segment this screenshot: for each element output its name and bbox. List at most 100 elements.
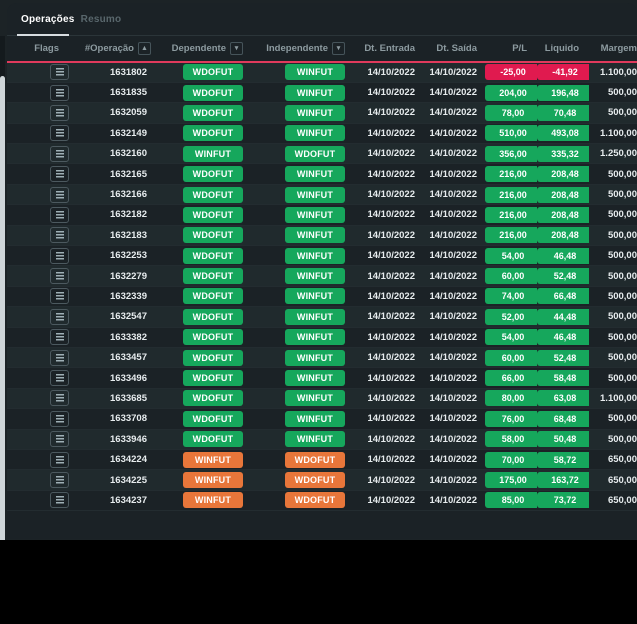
tab-operacoes[interactable]: Operações	[17, 3, 74, 36]
table-row[interactable]: 1633457 WDOFUT WINFUT 14/10/2022 14/10/2022 6…	[7, 347, 637, 369]
cell-pl: 356,00	[485, 143, 537, 165]
list-menu-icon[interactable]	[50, 390, 69, 407]
cell-saida: 14/10/2022	[423, 367, 485, 389]
filter-dropdown-icon[interactable]: ▾	[332, 42, 345, 55]
cell-dependente: WINFUT	[161, 490, 253, 512]
cell-pl-value: 60,00	[485, 349, 537, 366]
cell-dependente: WDOFUT	[161, 102, 253, 124]
cell-entrada: 14/10/2022	[355, 123, 423, 145]
column-header-dependente[interactable]: Dependente ▾	[161, 36, 253, 63]
table-row[interactable]: 1632183 WDOFUT WINFUT 14/10/2022 14/10/2022 2…	[7, 225, 637, 247]
list-menu-icon[interactable]	[50, 227, 69, 244]
column-header-independente[interactable]: Independente ▾	[253, 36, 355, 63]
list-menu-icon[interactable]	[50, 370, 69, 387]
column-header-margem[interactable]: Margem	[589, 36, 637, 63]
column-header-liquido[interactable]: Liquido	[537, 36, 589, 63]
list-menu-icon[interactable]	[50, 206, 69, 223]
list-menu-bars	[55, 231, 64, 240]
column-header-dt-saida-label: Dt. Saída	[436, 43, 477, 54]
column-header-dt-entrada[interactable]: Dt. Entrada	[355, 36, 423, 63]
list-menu-icon[interactable]	[50, 166, 69, 183]
cell-pl-value: 74,00	[485, 288, 537, 305]
list-menu-icon[interactable]	[50, 308, 69, 325]
cell-pl-value: 52,00	[485, 308, 537, 325]
cell-flags	[7, 408, 69, 430]
cell-entrada: 14/10/2022	[355, 367, 423, 389]
table-row[interactable]: 1634237 WINFUT WDOFUT 14/10/2022 14/10/2022 8…	[7, 490, 637, 512]
table-row[interactable]: 1632149 WDOFUT WINFUT 14/10/2022 14/10/2022 5…	[7, 123, 637, 145]
cell-independente: WINFUT	[253, 123, 355, 145]
sort-asc-icon[interactable]: ▲	[138, 42, 151, 55]
cell-liquido: 335,32	[537, 143, 589, 165]
list-menu-icon[interactable]	[50, 64, 69, 81]
list-menu-icon[interactable]	[50, 247, 69, 264]
table-row[interactable]: 1632165 WDOFUT WINFUT 14/10/2022 14/10/2022 2…	[7, 163, 637, 185]
cell-entrada: 14/10/2022	[355, 245, 423, 267]
table-row[interactable]: 1633708 WDOFUT WINFUT 14/10/2022 14/10/2022 7…	[7, 408, 637, 430]
operations-table-scroll[interactable]: Flags #Operação ▲ Dependente ▾ Independe…	[7, 36, 637, 539]
cell-entrada: 14/10/2022	[355, 265, 423, 287]
list-menu-icon[interactable]	[50, 451, 69, 468]
list-menu-icon[interactable]	[50, 329, 69, 346]
table-row[interactable]: 1631835 WDOFUT WINFUT 14/10/2022 14/10/2022 2…	[7, 82, 637, 104]
vertical-scrollbar-thumb[interactable]	[0, 76, 5, 540]
list-menu-icon[interactable]	[50, 492, 69, 509]
table-row[interactable]: 1632253 WDOFUT WINFUT 14/10/2022 14/10/2022 5…	[7, 245, 637, 267]
cell-independente-badge: WDOFUT	[285, 451, 345, 468]
table-row[interactable]: 1634225 WINFUT WDOFUT 14/10/2022 14/10/2022 1…	[7, 469, 637, 491]
cell-liquido-value: 70,48	[537, 104, 589, 121]
table-row[interactable]: 1632547 WDOFUT WINFUT 14/10/2022 14/10/2022 5…	[7, 306, 637, 328]
list-menu-icon[interactable]	[50, 431, 69, 448]
table-row[interactable]: 1633382 WDOFUT WINFUT 14/10/2022 14/10/2022 5…	[7, 327, 637, 348]
list-menu-icon[interactable]	[50, 410, 69, 427]
list-menu-icon[interactable]	[50, 288, 69, 305]
list-menu-icon[interactable]	[50, 125, 69, 142]
cell-liquido: 208,48	[537, 184, 589, 206]
table-row[interactable]: 1632339 WDOFUT WINFUT 14/10/2022 14/10/2022 7…	[7, 286, 637, 308]
tab-resumo[interactable]: Resumo	[75, 3, 127, 36]
filter-dropdown-icon[interactable]: ▾	[230, 42, 243, 55]
cell-flags	[7, 143, 69, 165]
cell-pl-value: 58,00	[485, 431, 537, 448]
cell-independente: WINFUT	[253, 225, 355, 247]
tab-bar: Operações Resumo	[7, 3, 637, 36]
cell-pl: 52,00	[485, 306, 537, 328]
table-row[interactable]: 1632166 WDOFUT WINFUT 14/10/2022 14/10/2022 2…	[7, 184, 637, 206]
table-row[interactable]: 1634224 WINFUT WDOFUT 14/10/2022 14/10/2022 7…	[7, 449, 637, 471]
column-header-dt-saida[interactable]: Dt. Saída	[423, 36, 485, 63]
column-header-operacao[interactable]: #Operação ▲	[69, 36, 161, 63]
cell-margem: 500,00	[589, 82, 637, 104]
cell-dependente: WDOFUT	[161, 123, 253, 145]
cell-operacao: 1632547	[69, 306, 161, 328]
cell-entrada: 14/10/2022	[355, 408, 423, 430]
table-row[interactable]: 1633946 WDOFUT WINFUT 14/10/2022 14/10/2022 5…	[7, 429, 637, 450]
list-menu-icon[interactable]	[50, 84, 69, 101]
cell-dependente: WDOFUT	[161, 429, 253, 450]
column-header-pl[interactable]: P/L	[485, 36, 537, 63]
list-menu-icon[interactable]	[50, 472, 69, 488]
table-row[interactable]: 1632059 WDOFUT WINFUT 14/10/2022 14/10/2022 7…	[7, 102, 637, 124]
cell-saida: 14/10/2022	[423, 163, 485, 185]
vertical-scrollbar-track[interactable]	[0, 36, 5, 540]
table-row[interactable]: 1633685 WDOFUT WINFUT 14/10/2022 14/10/2022 8…	[7, 388, 637, 410]
table-row[interactable]: 1632160 WINFUT WDOFUT 14/10/2022 14/10/2022 3…	[7, 143, 637, 165]
list-menu-icon[interactable]	[50, 268, 69, 285]
cell-flags	[7, 163, 69, 185]
list-menu-icon[interactable]	[50, 104, 69, 121]
table-row[interactable]: 1632279 WDOFUT WINFUT 14/10/2022 14/10/2022 6…	[7, 265, 637, 287]
list-menu-bars	[55, 190, 64, 199]
table-row[interactable]: 1631802 WDOFUT WINFUT 14/10/2022 14/10/2022-…	[7, 62, 637, 83]
cell-operacao: 1634224	[69, 449, 161, 471]
list-menu-icon[interactable]	[50, 349, 69, 366]
table-row[interactable]: 1633496 WDOFUT WINFUT 14/10/2022 14/10/2022 6…	[7, 367, 637, 389]
cell-liquido-value: 44,48	[537, 308, 589, 325]
column-header-flags[interactable]: Flags	[7, 36, 69, 63]
cell-independente-badge: WINFUT	[285, 349, 345, 366]
cell-operacao: 1631802	[69, 62, 161, 83]
cell-pl: 216,00	[485, 225, 537, 247]
list-menu-icon[interactable]	[50, 145, 69, 162]
list-menu-icon[interactable]	[50, 186, 69, 203]
cell-pl: 58,00	[485, 429, 537, 450]
cell-liquido-value: 335,32	[537, 145, 589, 162]
table-row[interactable]: 1632182 WDOFUT WINFUT 14/10/2022 14/10/2022 2…	[7, 204, 637, 226]
